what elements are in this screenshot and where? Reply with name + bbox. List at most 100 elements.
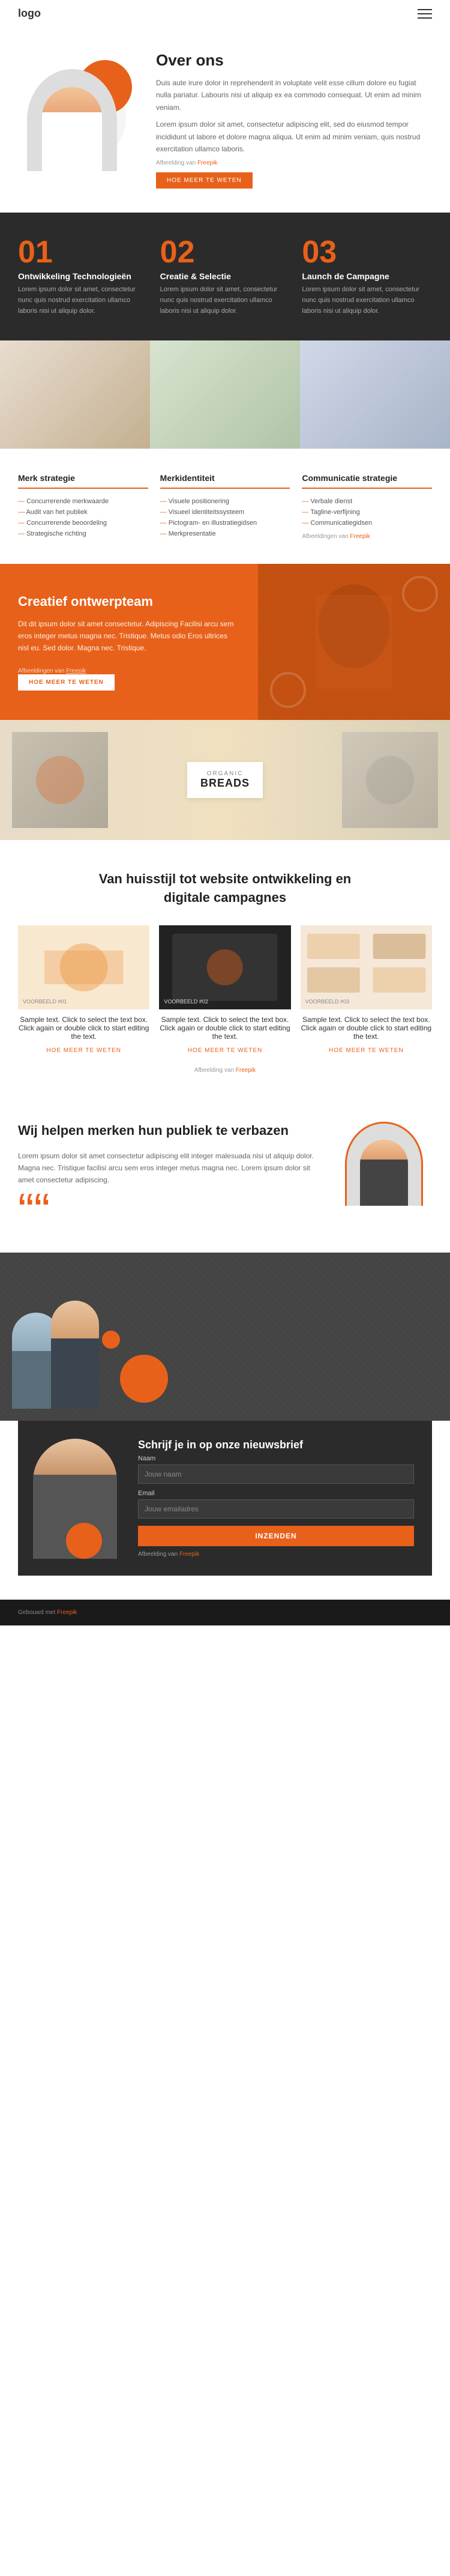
newsletter-submit-button[interactable]: INZENDEN — [138, 1526, 414, 1546]
campaign-card-3: VOORBEELD #03 Sample text. Click to sele… — [301, 925, 432, 1055]
creative-cta-button[interactable]: HOE MEER TE WETEN — [18, 674, 115, 691]
strategy-2-list: Visuele positionering Visueel identiteit… — [160, 496, 290, 539]
campaign-img-svg-1 — [18, 925, 149, 1009]
about-paragraph-2: Lorem ipsum dolor sit amet, consectetur … — [156, 118, 432, 155]
about-text: Over ons Duis aute irure dolor in repreh… — [138, 51, 432, 189]
campaign-card-3-link[interactable]: HOE MEER TE WETEN — [329, 1047, 404, 1054]
about-title: Over ons — [156, 51, 432, 70]
list-item: Concurrerende merkwaarde — [18, 496, 148, 507]
campaign-card-2-title: Sample text. Click to select the text bo… — [159, 1015, 290, 1041]
about-paragraph-1: Duis aute irure dolor in reprehenderit i… — [156, 77, 432, 113]
step-2-text: Lorem ipsum dolor sit amet, consectetur … — [160, 285, 290, 316]
newsletter-title: Schrijf je in op onze nieuwsbrief — [138, 1439, 414, 1451]
strategy-3-list: Verbale dienst Tagline-verfijning Commun… — [302, 496, 432, 528]
creative-section: Creatief ontwerpteam Dit dit ipsum dolor… — [0, 564, 450, 720]
team-figure-2 — [51, 1301, 99, 1409]
photo-2 — [150, 340, 300, 449]
step-3-text: Lorem ipsum dolor sit amet, consectetur … — [302, 285, 432, 316]
list-item: Concurrerende beoordeling — [18, 518, 148, 528]
strategy-1-title: Merk strategie — [18, 473, 148, 489]
email-input[interactable] — [138, 1499, 414, 1519]
step-3: 03 Launch de Campagne Lorem ipsum dolor … — [302, 237, 432, 316]
strategy-1-list: Concurrerende merkwaarde Audit van het p… — [18, 496, 148, 539]
creative-credit-link[interactable]: Freepik — [66, 668, 86, 674]
header: logo — [0, 0, 450, 27]
about-section: Over ons Duis aute irure dolor in repreh… — [0, 27, 450, 213]
strategy-col-2: Merkidentiteit Visuele positionering Vis… — [160, 473, 290, 540]
campaigns-credit: Afbeelding van Freepik — [18, 1067, 432, 1074]
footer-text: Gebouwd met Freepik — [18, 1609, 77, 1616]
avatar — [27, 69, 117, 171]
creative-image-svg — [258, 564, 450, 720]
menu-line-1 — [418, 9, 432, 10]
photo-3 — [300, 340, 450, 449]
campaigns-heading: Van huisstijl tot website ontwikkeling e… — [75, 870, 375, 907]
strategy-3-title: Communicatie strategie — [302, 473, 432, 489]
email-label: Email — [138, 1490, 414, 1497]
help-title: Wij helpen merken hun publiek te verbaze… — [18, 1122, 318, 1140]
strategies-credit: Afbeeldingen van Freepik — [302, 533, 432, 540]
team-section — [0, 1253, 450, 1421]
campaign-image-2: VOORBEELD #02 — [159, 925, 290, 1009]
help-quote: ““ — [18, 1199, 318, 1223]
step-1-number: 01 — [18, 237, 148, 268]
breads-section: ORGANIC BREADS — [0, 720, 450, 840]
about-image-area — [18, 69, 138, 171]
team-figures — [12, 1301, 99, 1409]
breads-circle-2 — [366, 756, 414, 804]
campaign-card-1-title: Sample text. Click to select the text bo… — [18, 1015, 149, 1041]
creative-text: Dit dit ipsum dolor sit amet consectetur… — [18, 618, 240, 655]
campaign-label-3: VOORBEELD #03 — [305, 999, 427, 1005]
step-3-number: 03 — [302, 237, 432, 268]
campaign-img-svg-3 — [301, 925, 432, 1009]
team-small-circle — [102, 1331, 120, 1349]
name-input[interactable] — [138, 1465, 414, 1484]
campaigns-credit-link[interactable]: Freepik — [236, 1067, 256, 1074]
strategies-section: Merk strategie Concurrerende merkwaarde … — [0, 449, 450, 564]
menu-line-2 — [418, 13, 432, 14]
step-1-text: Lorem ipsum dolor sit amet, consectetur … — [18, 285, 148, 316]
name-field-group: Naam — [138, 1455, 414, 1484]
hamburger-menu[interactable] — [418, 9, 432, 19]
step-3-title: Launch de Campagne — [302, 271, 432, 281]
footer: Gebouwd met Freepik — [0, 1600, 450, 1625]
step-1: 01 Ontwikkeling Technologieën Lorem ipsu… — [18, 237, 148, 316]
newsletter-credit-link[interactable]: Freepik — [179, 1551, 199, 1558]
step-2: 02 Creatie & Selectie Lorem ipsum dolor … — [160, 237, 290, 316]
campaign-label-1: VOORBEELD #01 — [23, 999, 145, 1005]
campaign-card-1-link[interactable]: HOE MEER TE WETEN — [46, 1047, 121, 1054]
creative-title: Creatief ontwerpteam — [18, 594, 240, 609]
newsletter-section: Schrijf je in op onze nieuwsbrief Naam E… — [0, 1421, 450, 1600]
newsletter-orange-circle — [66, 1523, 102, 1559]
menu-line-3 — [418, 17, 432, 19]
breads-logo-card: ORGANIC BREADS — [187, 762, 263, 798]
about-credit-link[interactable]: Freepik — [197, 160, 217, 166]
creative-credit: Afbeeldingen van Freepik — [18, 668, 240, 674]
list-item: Verbale dienst — [302, 496, 432, 507]
campaign-card-3-title: Sample text. Click to select the text bo… — [301, 1015, 432, 1041]
breads-left-decor — [12, 732, 108, 828]
about-credit: Afbeelding van Freepik — [156, 160, 432, 166]
breads-circle — [36, 756, 84, 804]
logo: logo — [18, 7, 41, 20]
help-text: Lorem ipsum dolor sit amet consectetur a… — [18, 1150, 318, 1187]
help-avatar-figure — [360, 1140, 408, 1206]
help-avatar — [345, 1122, 423, 1206]
step-1-title: Ontwikkeling Technologieën — [18, 271, 148, 281]
campaign-image-1: VOORBEELD #01 — [18, 925, 149, 1009]
help-section: Wij helpen merken hun publiek te verbaze… — [0, 1092, 450, 1253]
list-item: Communicatiegidsen — [302, 518, 432, 528]
campaign-cards-container: VOORBEELD #01 Sample text. Click to sele… — [18, 925, 432, 1055]
campaign-card-2: VOORBEELD #02 Sample text. Click to sele… — [159, 925, 290, 1055]
team-photo-area — [0, 1253, 450, 1421]
footer-link[interactable]: Freepik — [57, 1609, 77, 1616]
campaign-card-2-link[interactable]: HOE MEER TE WETEN — [188, 1047, 263, 1054]
about-cta-button[interactable]: HOE MEER TE WETEN — [156, 172, 253, 189]
strategies-credit-link[interactable]: Freepik — [350, 533, 370, 540]
list-item: Visuele positionering — [160, 496, 290, 507]
photo-strip — [0, 340, 450, 449]
list-item: Pictogram- en illustratiegidsen — [160, 518, 290, 528]
team-orange-circle — [120, 1355, 168, 1403]
breads-right-decor — [342, 732, 438, 828]
campaign-img-svg-2 — [159, 925, 290, 1009]
